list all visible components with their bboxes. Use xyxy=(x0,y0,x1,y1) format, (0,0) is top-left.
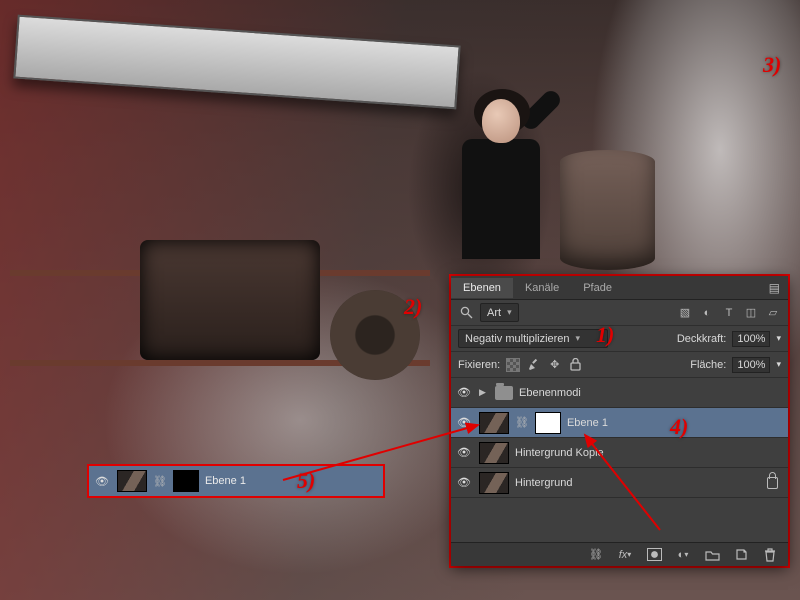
chevron-down-icon[interactable]: ▾ xyxy=(776,359,781,370)
lock-position-icon[interactable]: ✥ xyxy=(547,357,562,372)
adjustment-layer-icon[interactable]: ◐▾ xyxy=(675,547,691,563)
blend-row: Negativ multiplizieren ▾ Deckkraft: 100%… xyxy=(451,326,788,352)
filter-adjust-icon[interactable]: ◐ xyxy=(699,305,715,321)
layer-name: Ebene 1 xyxy=(205,475,246,487)
filter-image-icon[interactable]: ▧ xyxy=(677,305,693,321)
tab-paths[interactable]: Pfade xyxy=(571,278,624,298)
layer-thumbnail[interactable] xyxy=(479,472,509,494)
filter-shape-icon[interactable]: ◫ xyxy=(743,305,759,321)
layer-name: Ebene 1 xyxy=(567,417,608,429)
new-group-icon[interactable] xyxy=(704,547,720,563)
detached-layer-strip[interactable]: 👁 ⛓ Ebene 1 xyxy=(89,466,383,496)
lock-transparency-icon[interactable] xyxy=(506,358,520,372)
annotation-2: 2) xyxy=(404,296,422,318)
folder-icon xyxy=(495,386,513,400)
tab-channels[interactable]: Kanäle xyxy=(513,278,571,298)
disclosure-icon[interactable]: ▶ xyxy=(479,387,489,398)
fill-label: Fläche: xyxy=(690,359,726,371)
layer-thumbnail[interactable] xyxy=(479,412,509,434)
layer-ebene-1[interactable]: 👁 ⛓ Ebene 1 xyxy=(451,408,788,438)
filter-row: Art ▾ ▧ ◐ T ◫ ▱ xyxy=(451,300,788,326)
fill-value[interactable]: 100% xyxy=(732,357,770,373)
blend-mode-value: Negativ multiplizieren xyxy=(465,333,570,345)
layer-hintergrund[interactable]: 👁 Hintergrund xyxy=(451,468,788,498)
visibility-icon[interactable]: 👁 xyxy=(93,475,111,488)
layer-mask-thumbnail[interactable] xyxy=(535,412,561,434)
foreground-pipes xyxy=(0,210,450,450)
blend-mode-select[interactable]: Negativ multiplizieren ▾ xyxy=(458,329,608,348)
tab-layers[interactable]: Ebenen xyxy=(451,278,513,298)
add-mask-icon[interactable] xyxy=(646,547,662,563)
layer-thumbnail[interactable] xyxy=(117,470,147,492)
layer-name: Hintergrund Kopie xyxy=(515,447,604,459)
mask-link-icon[interactable]: ⛓ xyxy=(153,475,167,488)
annotation-1: 1) xyxy=(596,324,614,346)
visibility-icon[interactable]: 👁 xyxy=(455,416,473,429)
chevron-down-icon[interactable]: ▾ xyxy=(776,333,781,344)
annotation-3: 3) xyxy=(763,54,781,76)
filter-smart-icon[interactable]: ▱ xyxy=(765,305,781,321)
layer-thumbnail[interactable] xyxy=(479,442,509,464)
layers-panel: Ebenen Kanäle Pfade ▤ Art ▾ ▧ ◐ T ◫ ▱ Ne… xyxy=(451,276,788,566)
lock-row: Fixieren: ✥ Fläche: 100% ▾ xyxy=(451,352,788,378)
opacity-label: Deckkraft: xyxy=(677,333,727,345)
lock-all-icon[interactable] xyxy=(568,357,583,372)
panel-footer: ⛓ fx▾ ◐▾ xyxy=(451,542,788,566)
visibility-icon[interactable]: 👁 xyxy=(455,386,473,399)
annotation-5: 5) xyxy=(297,470,315,492)
layers-list: 👁 ▶ Ebenenmodi 👁 ⛓ Ebene 1 👁 Hintergrund… xyxy=(451,378,788,528)
visibility-icon[interactable]: 👁 xyxy=(455,446,473,459)
lock-icon xyxy=(767,477,778,489)
filter-type-select[interactable]: Art ▾ xyxy=(480,303,519,322)
layer-name: Ebenenmodi xyxy=(519,387,581,399)
layer-name: Hintergrund xyxy=(515,477,572,489)
opacity-value[interactable]: 100% xyxy=(732,331,770,347)
annotation-4: 4) xyxy=(670,416,688,438)
link-layers-icon[interactable]: ⛓ xyxy=(588,547,604,563)
lock-pixels-icon[interactable] xyxy=(526,357,541,372)
panel-tabs: Ebenen Kanäle Pfade ▤ xyxy=(451,276,788,300)
visibility-icon[interactable]: 👁 xyxy=(455,476,473,489)
new-layer-icon[interactable] xyxy=(733,547,749,563)
layer-group-ebenenmodi[interactable]: 👁 ▶ Ebenenmodi xyxy=(451,378,788,408)
fx-icon[interactable]: fx▾ xyxy=(617,547,633,563)
chevron-down-icon: ▾ xyxy=(507,307,512,318)
filter-type-label: Art xyxy=(487,307,501,319)
filter-type-icon[interactable]: T xyxy=(721,305,737,321)
layer-mask-thumbnail[interactable] xyxy=(173,470,199,492)
layer-hintergrund-kopie[interactable]: 👁 Hintergrund Kopie xyxy=(451,438,788,468)
panel-menu-icon[interactable]: ▤ xyxy=(761,281,788,295)
lock-label: Fixieren: xyxy=(458,359,500,371)
chevron-down-icon: ▾ xyxy=(576,333,581,344)
delete-layer-icon[interactable] xyxy=(762,547,778,563)
search-icon xyxy=(458,305,474,321)
mask-link-icon[interactable]: ⛓ xyxy=(515,416,529,429)
